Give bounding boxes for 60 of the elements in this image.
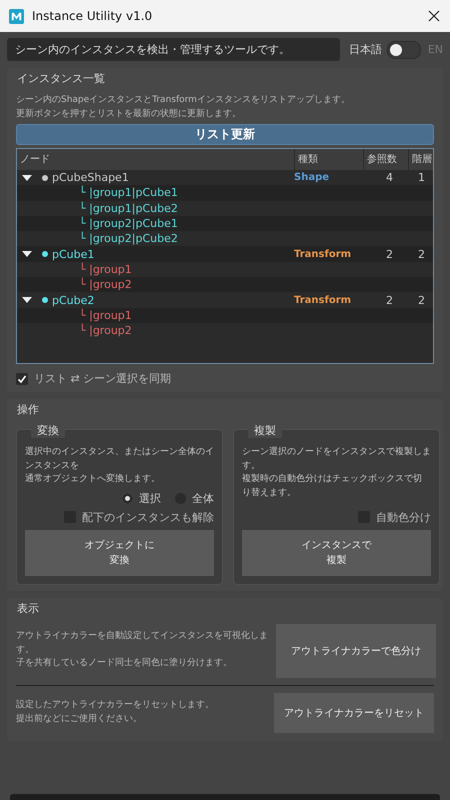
refresh-button[interactable]: リスト更新 xyxy=(16,124,434,145)
group-title: インスタンス一覧 xyxy=(17,71,106,86)
description-line: 設定したアウトライナカラーをリセットします。 xyxy=(16,699,214,712)
description-line: ンスタンスを xyxy=(25,460,79,472)
radio-label: 全体 xyxy=(192,490,214,506)
description-line: 複製時の自動色分けはチェックボックスで切 xyxy=(242,473,422,486)
description-field: シーン内のインスタンスを検出・管理するツールです。 xyxy=(7,38,340,61)
description-line: 子を共有しているノード同士を同色に塗り分けます。 xyxy=(16,657,232,670)
language-toggle[interactable] xyxy=(386,40,421,58)
sync-checkbox[interactable] xyxy=(16,372,28,384)
level-cell-text: 2 xyxy=(417,294,426,307)
description-line: シーン内のShapeインスタンスとTransformインスタンスをリストアップします。 xyxy=(16,94,350,107)
child-path[interactable]: └ |group2 xyxy=(17,324,132,338)
group-title: 操作 xyxy=(17,402,40,417)
child-path[interactable]: └ |group1|pCube2 xyxy=(17,202,178,215)
description-line: シーン選択のノードをインスタンスで複製しま xyxy=(242,446,431,459)
description-line: 通常オブジェクトへ変換します。 xyxy=(25,473,160,486)
description-line: り替えます。 xyxy=(242,486,296,500)
count-cell-text: 2 xyxy=(385,294,394,307)
description-line: 提出前などにご使用ください。 xyxy=(16,712,142,726)
description-line: 選択中のインスタンス、またはシーン全体のイ xyxy=(25,446,214,459)
expand-arrow-icon[interactable] xyxy=(22,249,32,260)
subgroup-title: 複製 xyxy=(248,423,282,438)
child-path[interactable]: └ |group1 xyxy=(17,262,132,276)
level-cell-text: 2 xyxy=(417,248,426,261)
column-header[interactable]: ノード xyxy=(17,149,295,170)
type-cell-text: Transform xyxy=(293,294,352,306)
subgroup-title: 変換 xyxy=(31,423,65,438)
column-header[interactable]: 種類 xyxy=(295,149,364,170)
group-title: 表示 xyxy=(17,600,40,616)
checkbox-label: リスト ⇄ シーン選択を同期 xyxy=(34,371,172,386)
checkbox-label: 自動色分け xyxy=(376,510,431,524)
duplicate-button[interactable]: インスタンスで 複製 xyxy=(242,530,431,576)
description-line: アウトライナカラーを自動設定してインスタンスを可視化しま xyxy=(16,630,268,644)
description-line: 更新ボタンを押すとリストを最新の状態に更新します。 xyxy=(16,108,241,120)
expand-arrow-icon[interactable] xyxy=(22,295,32,306)
node-name[interactable]: pCube2 xyxy=(52,294,94,307)
column-header[interactable]: 階層 xyxy=(409,149,433,170)
close-icon[interactable] xyxy=(428,10,440,22)
description-line: す。 xyxy=(242,460,260,472)
outliner-color-button[interactable]: アウトライナカラーで色分け xyxy=(276,624,436,678)
node-name[interactable]: pCubeShape1 xyxy=(52,171,129,184)
column-header[interactable]: 参照数 xyxy=(364,149,409,170)
type-cell-text: Transform xyxy=(293,248,352,260)
radio-label: 選択 xyxy=(139,490,161,506)
description-line: す。 xyxy=(16,644,34,657)
type-cell-text: Shape xyxy=(293,172,330,184)
count-cell-text: 2 xyxy=(385,248,394,261)
window-title: Instance Utility v1.0 xyxy=(32,9,154,23)
convert-button[interactable]: オブジェクトに 変換 xyxy=(25,530,214,576)
language-label: 日本語 xyxy=(348,42,382,57)
level-cell-text: 1 xyxy=(417,171,426,184)
radio-button[interactable] xyxy=(122,492,133,504)
app-logo-icon xyxy=(9,8,24,24)
checkbox-label: 配下のインスタンスも解除 xyxy=(82,510,214,524)
child-path[interactable]: └ |group2|pCube2 xyxy=(17,232,178,246)
outliner-color-button[interactable]: アウトライナカラーをリセット xyxy=(274,692,434,732)
expand-arrow-icon[interactable] xyxy=(22,172,32,183)
node-name[interactable]: pCube1 xyxy=(52,248,94,261)
count-cell-text: 4 xyxy=(385,171,394,184)
